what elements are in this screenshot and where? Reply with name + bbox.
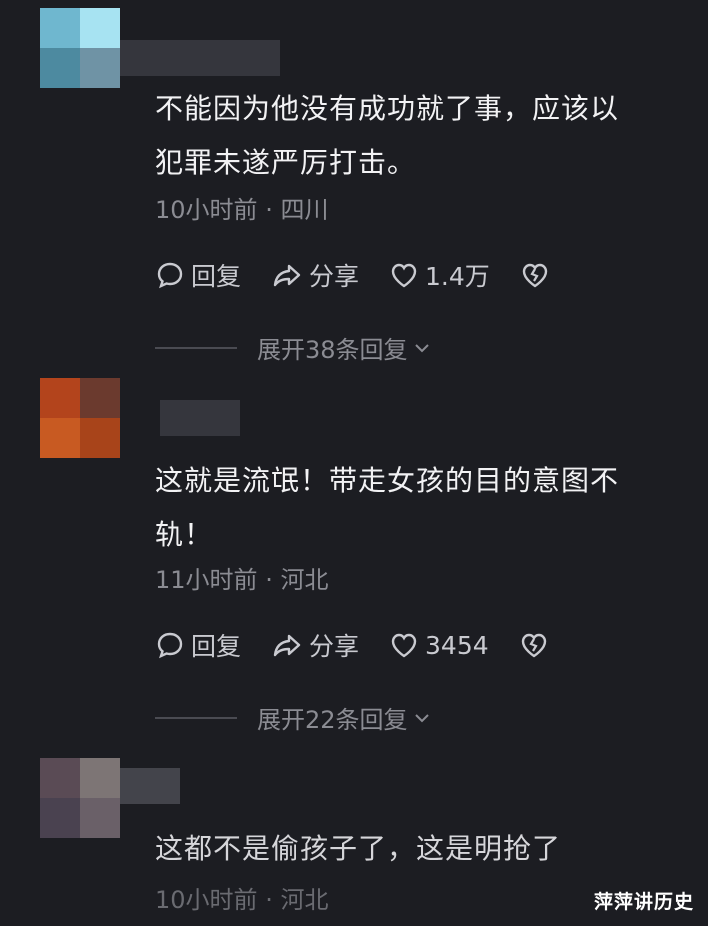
chevron-down-icon: [414, 343, 429, 352]
share-arrow-icon: [273, 264, 301, 287]
comment-text: 这都不是偷孩子了，这是明抢了: [155, 822, 675, 876]
broken-heart-icon: [522, 263, 547, 288]
avatar[interactable]: [40, 8, 120, 88]
speech-bubble-icon: [157, 262, 183, 289]
separator: ·: [265, 566, 273, 594]
comment-text-line: 犯罪未遂严厉打击。: [155, 146, 417, 179]
comment-meta: 10小时前 · 河北: [155, 880, 328, 915]
like-count: 3454: [425, 630, 489, 660]
reply-label: 回复: [191, 632, 242, 661]
share-label: 分享: [309, 262, 360, 291]
separator: ·: [265, 886, 273, 914]
share-button[interactable]: 分享: [271, 627, 359, 663]
share-button[interactable]: 分享: [271, 257, 359, 293]
separator: ·: [265, 196, 273, 224]
timestamp: 10小时前: [155, 196, 258, 224]
reply-label: 回复: [191, 262, 242, 291]
location: 河北: [280, 566, 329, 594]
timestamp: 10小时前: [155, 886, 258, 914]
avatar[interactable]: [40, 378, 120, 458]
like-count: 1.4万: [425, 262, 490, 291]
username-blurred[interactable]: [120, 40, 280, 76]
timestamp: 11小时前: [155, 566, 258, 594]
comment-meta: 11小时前 · 河北: [155, 560, 328, 595]
expand-replies[interactable]: 展开22条回复: [155, 700, 432, 735]
expand-replies[interactable]: 展开38条回复: [155, 330, 432, 365]
dislike-button[interactable]: [519, 630, 555, 660]
comment-meta: 10小时前 · 四川: [155, 190, 328, 225]
divider-line: [155, 346, 237, 349]
share-arrow-icon: [273, 634, 301, 657]
username-blurred[interactable]: [120, 768, 180, 804]
expand-label: 展开38条回复: [257, 336, 408, 364]
like-button[interactable]: 1.4万: [389, 257, 490, 293]
heart-icon: [391, 633, 417, 658]
chevron-down-icon: [414, 713, 429, 722]
heart-icon: [391, 263, 417, 288]
reply-button[interactable]: 回复: [155, 257, 241, 293]
comment-text-line: 这都不是偷孩子了，这是明抢了: [155, 832, 562, 865]
share-label: 分享: [309, 632, 360, 661]
avatar[interactable]: [40, 758, 120, 838]
comment-text-line: 这就是流氓！带走女孩的目的意图不: [155, 464, 620, 497]
comment-text-line: 不能因为他没有成功就了事，应该以: [155, 92, 620, 125]
action-bar: 回复 分享 1.4万: [155, 255, 586, 295]
divider-line: [155, 716, 237, 719]
comment-text: 这就是流氓！带走女孩的目的意图不 轨！: [155, 454, 675, 562]
action-bar: 回复 分享 3454: [155, 625, 585, 665]
broken-heart-icon: [521, 633, 546, 658]
expand-label: 展开22条回复: [257, 706, 408, 734]
watermark: 萍萍讲历史: [593, 891, 694, 913]
comment-text-line: 轨！: [155, 518, 214, 551]
username-blurred[interactable]: [160, 400, 240, 436]
location: 河北: [280, 886, 329, 914]
location: 四川: [280, 196, 329, 224]
like-button[interactable]: 3454: [389, 630, 489, 660]
reply-button[interactable]: 回复: [155, 627, 241, 663]
speech-bubble-icon: [157, 632, 183, 659]
dislike-button[interactable]: [520, 260, 556, 290]
comment-text: 不能因为他没有成功就了事，应该以 犯罪未遂严厉打击。: [155, 82, 675, 190]
